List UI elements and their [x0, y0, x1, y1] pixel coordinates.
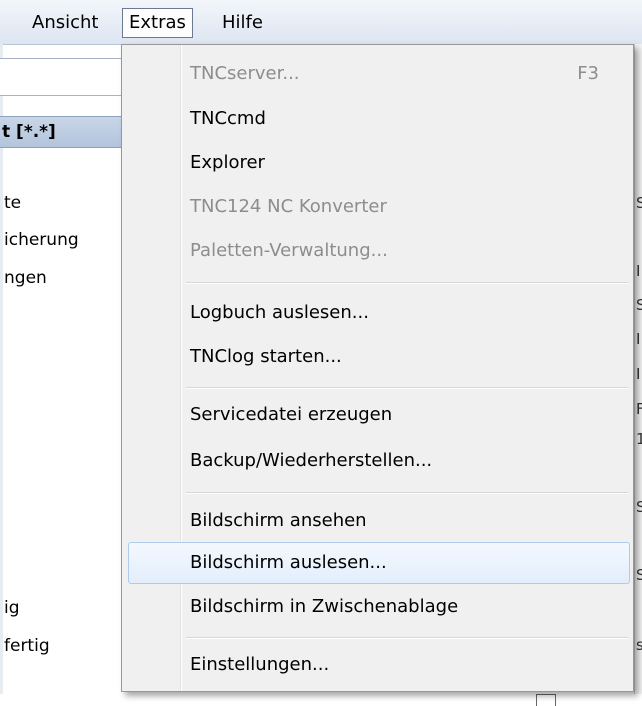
tree-item[interactable]: icherung — [4, 230, 79, 250]
right-panel-char: 1 — [636, 430, 642, 448]
menu-extras[interactable]: Extras — [122, 8, 193, 38]
tree-item[interactable]: ig — [4, 598, 20, 618]
tree-item[interactable]: fertig — [4, 636, 50, 656]
menu-item-tnccmd[interactable]: TNCcmd — [190, 99, 266, 139]
menu-icon-gutter — [122, 45, 182, 691]
menu-item-bildschirm-zwischenablage[interactable]: Bildschirm in Zwischenablage — [190, 587, 458, 627]
menu-separator — [186, 282, 628, 284]
tree-item[interactable]: te — [4, 193, 21, 213]
menu-item-einstellungen[interactable]: Einstellungen... — [190, 645, 329, 685]
menu-item-servicedatei-erzeugen[interactable]: Servicedatei erzeugen — [190, 395, 392, 435]
menu-hilfe[interactable]: Hilfe — [216, 10, 269, 36]
menu-ansicht[interactable]: Ansicht — [26, 10, 104, 36]
right-panel-char: I — [636, 330, 641, 348]
shortcut-label: F3 — [577, 63, 599, 84]
menu-item-explorer[interactable]: Explorer — [190, 143, 265, 183]
menu-item-logbuch-auslesen[interactable]: Logbuch auslesen... — [190, 293, 369, 333]
menu-item-bildschirm-ansehen[interactable]: Bildschirm ansehen — [190, 501, 367, 541]
right-panel-char: s — [636, 636, 642, 654]
file-list-header[interactable]: t [*.*] — [0, 116, 130, 148]
right-panel-char: S — [636, 194, 642, 212]
right-panel-char: I — [636, 262, 641, 280]
menu-item-tnc124-konverter[interactable]: TNC124 NC Konverter — [190, 187, 387, 227]
right-panel-char: S — [636, 296, 642, 314]
path-input[interactable] — [0, 58, 128, 96]
menu-item-tncserver[interactable]: TNCserver... — [190, 54, 300, 94]
right-panel-char: S — [636, 498, 642, 516]
menu-item-paletten-verwaltung[interactable]: Paletten-Verwaltung... — [190, 231, 388, 271]
menu-item-backup-wiederherstellen[interactable]: Backup/Wiederherstellen... — [190, 441, 432, 481]
menu-item-bildschirm-auslesen[interactable]: Bildschirm auslesen... — [190, 543, 387, 583]
menu-separator — [186, 387, 628, 389]
menu-separator — [186, 492, 628, 494]
right-panel-char: S — [636, 566, 642, 584]
right-panel-char: I — [636, 365, 641, 383]
right-panel-char: F — [636, 400, 642, 418]
menu-separator — [186, 637, 628, 639]
tree-item[interactable]: ngen — [4, 268, 47, 288]
file-icon — [536, 694, 556, 706]
menu-bar: Ansicht Extras Hilfe — [0, 0, 642, 45]
extras-menu: TNCserver... F3 TNCcmd Explorer TNC124 N… — [121, 44, 634, 692]
menu-item-tnclog-starten[interactable]: TNClog starten... — [190, 337, 342, 377]
